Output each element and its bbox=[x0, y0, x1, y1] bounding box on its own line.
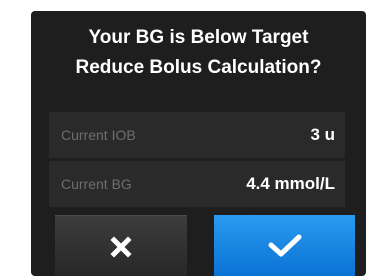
dialog-title: Your BG is Below Target Reduce Bolus Cal… bbox=[31, 23, 366, 83]
current-iob-label: Current IOB bbox=[61, 127, 136, 143]
confirm-button[interactable] bbox=[214, 215, 355, 276]
current-iob-value: 3 u bbox=[310, 125, 335, 144]
current-bg-label: Current BG bbox=[61, 176, 132, 192]
close-x-icon bbox=[110, 235, 132, 258]
cancel-button[interactable] bbox=[55, 215, 187, 276]
current-bg-row: Current BG 4.4 mmol/L bbox=[49, 161, 345, 207]
dialog-title-line1: Your BG is Below Target bbox=[88, 27, 309, 48]
checkmark-icon bbox=[268, 234, 301, 256]
pump-screen: Your BG is Below Target Reduce Bolus Cal… bbox=[31, 11, 366, 276]
dialog-title-line2: Reduce Bolus Calculation? bbox=[75, 57, 322, 78]
current-bg-value: 4.4 mmol/L bbox=[246, 174, 335, 193]
current-iob-row: Current IOB 3 u bbox=[49, 112, 345, 158]
